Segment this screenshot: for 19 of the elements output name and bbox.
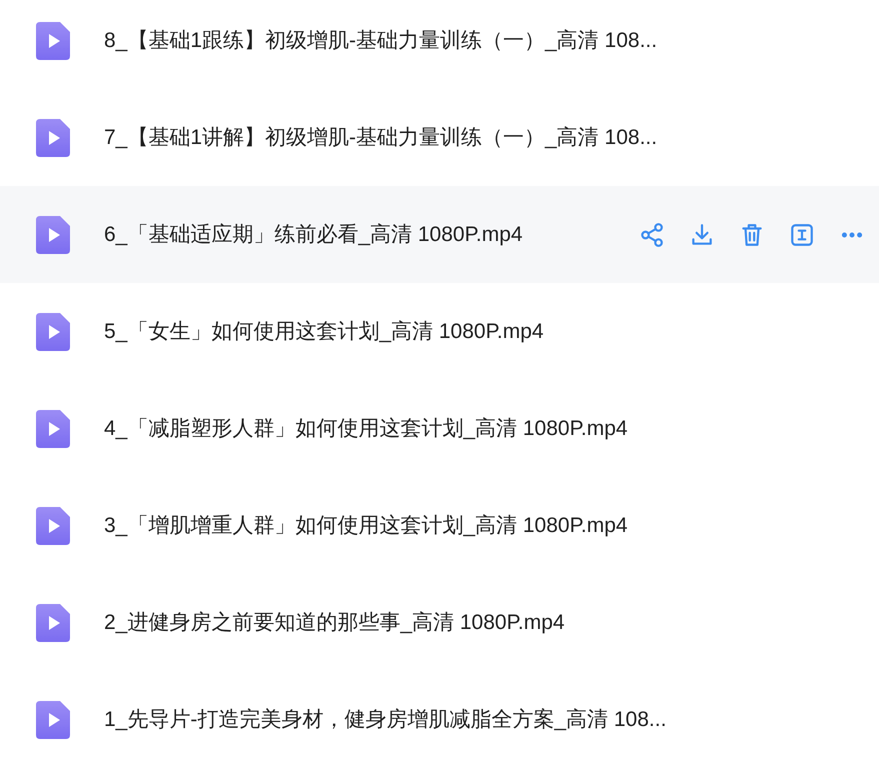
- file-row[interactable]: 6_「基础适应期」练前必看_高清 1080P.mp4: [0, 186, 879, 283]
- file-name: 4_「减脂塑形人群」如何使用这套计划_高清 1080P.mp4: [104, 416, 628, 442]
- video-file-icon: [36, 216, 70, 254]
- video-file-icon: [36, 604, 70, 642]
- video-file-icon: [36, 700, 70, 738]
- video-file-icon: [36, 22, 70, 60]
- file-name: 1_先导片-打造完美身材，健身房增肌减脂全方案_高清 108...: [104, 706, 666, 733]
- file-name: 3_「增肌增重人群」如何使用这套计划_高清 1080P.mp4: [104, 512, 628, 539]
- file-name: 6_「基础适应期」练前必看_高清 1080P.mp4: [104, 222, 523, 248]
- video-file-icon: [36, 506, 70, 544]
- file-name: 5_「女生」如何使用这套计划_高清 1080P.mp4: [104, 318, 544, 345]
- share-icon[interactable]: [639, 222, 665, 248]
- file-name: 7_【基础1讲解】初级增肌-基础力量训练（一）_高清 108...: [104, 124, 658, 151]
- rename-icon[interactable]: [789, 222, 815, 248]
- video-file-icon: [36, 312, 70, 350]
- video-file-icon: [36, 118, 70, 156]
- file-name: 8_【基础1跟练】初级增肌-基础力量训练（一）_高清 108...: [104, 28, 658, 54]
- video-file-icon: [36, 410, 70, 448]
- file-name: 2_进健身房之前要知道的那些事_高清 1080P.mp4: [104, 610, 565, 636]
